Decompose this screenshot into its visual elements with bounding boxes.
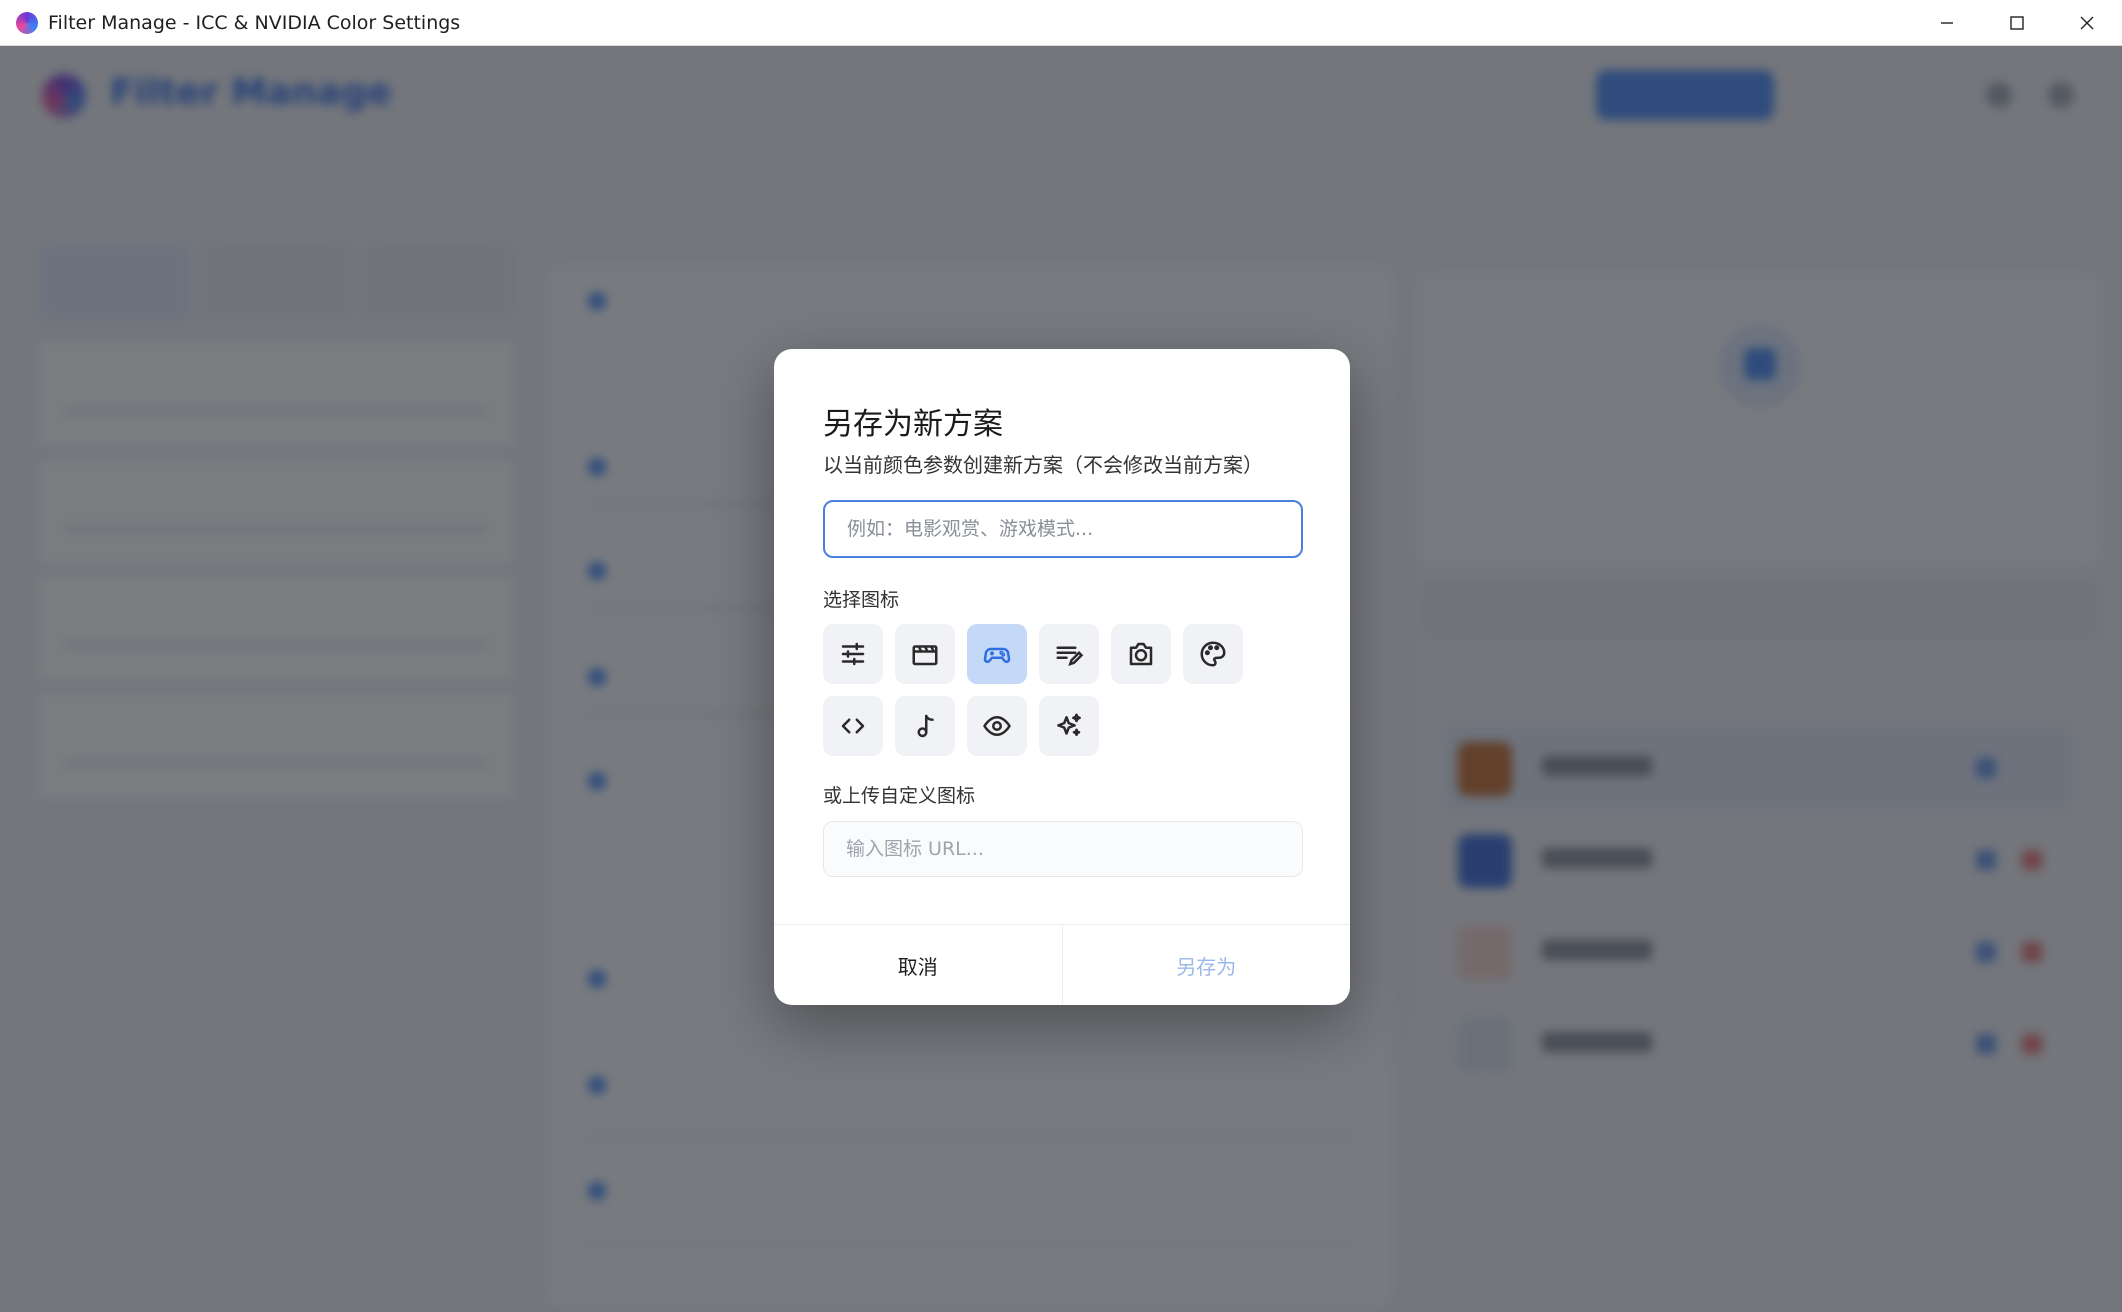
gamepad-icon[interactable]: [967, 624, 1027, 684]
movie-icon[interactable]: [895, 624, 955, 684]
minimize-icon[interactable]: [1912, 0, 1982, 46]
palette-icon[interactable]: [1183, 624, 1243, 684]
save-as-button[interactable]: 另存为: [1063, 925, 1351, 1005]
tune-icon[interactable]: [823, 624, 883, 684]
dialog-subtitle: 以当前颜色参数创建新方案（不会修改当前方案）: [823, 453, 1263, 477]
app-logo-icon: [16, 11, 38, 34]
custom-icon-label: 或上传自定义图标: [823, 785, 976, 807]
icon-section-label: 选择图标: [823, 589, 900, 611]
window-controls: [1912, 0, 2122, 46]
camera-icon[interactable]: [1111, 624, 1171, 684]
maximize-icon[interactable]: [1982, 0, 2052, 46]
close-icon[interactable]: [2052, 0, 2122, 46]
window-titlebar: Filter Manage - ICC & NVIDIA Color Setti…: [0, 0, 2122, 46]
notes-edit-icon[interactable]: [1039, 624, 1099, 684]
cancel-button[interactable]: 取消: [774, 925, 1063, 1005]
sparkles-icon[interactable]: [1039, 696, 1099, 756]
music-note-icon[interactable]: [895, 696, 955, 756]
code-icon[interactable]: [823, 696, 883, 756]
dialog-footer: 取消 另存为: [774, 924, 1350, 1005]
preset-name-input[interactable]: [823, 500, 1303, 558]
window-title: Filter Manage - ICC & NVIDIA Color Setti…: [48, 11, 461, 34]
eye-icon[interactable]: [967, 696, 1027, 756]
save-as-dialog: 另存为新方案 以当前颜色参数创建新方案（不会修改当前方案） 选择图标: [774, 349, 1350, 1005]
icon-url-input[interactable]: [823, 821, 1303, 877]
dialog-title: 另存为新方案: [823, 407, 1003, 442]
